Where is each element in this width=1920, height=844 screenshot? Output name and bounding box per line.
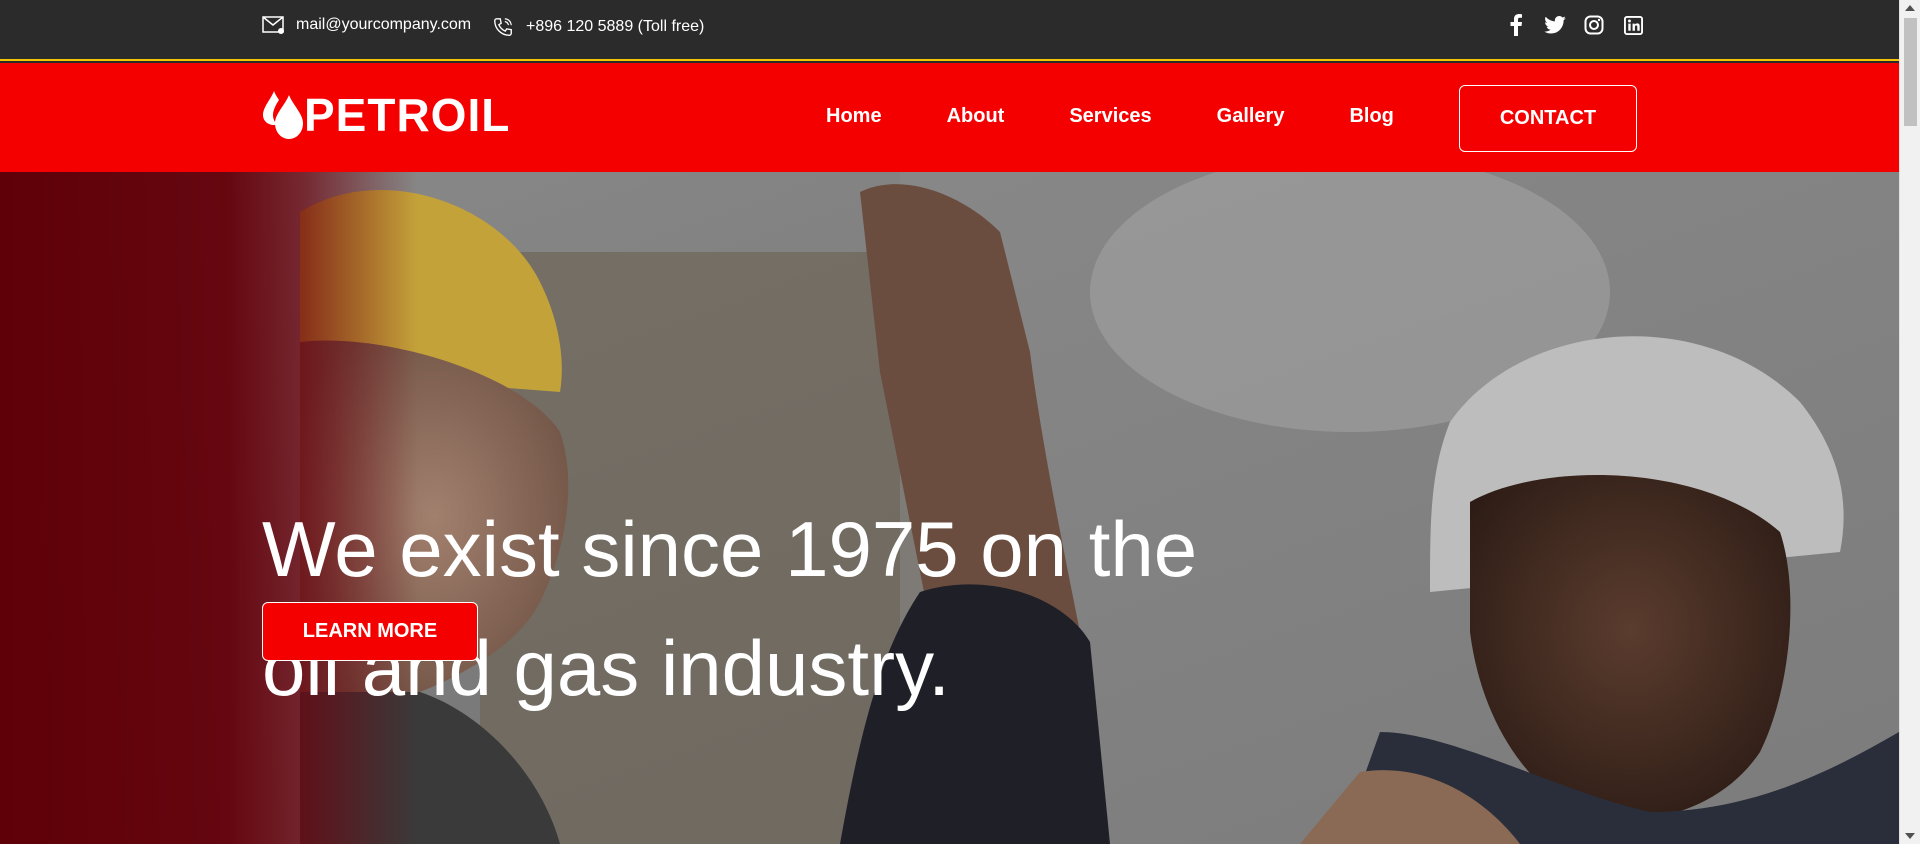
instagram-icon[interactable] [1583, 14, 1605, 36]
phone-contact[interactable]: +896 120 5889 (Toll free) [492, 16, 704, 38]
nav-blog[interactable]: Blog [1349, 105, 1393, 128]
contact-button[interactable]: CONTACT [1459, 85, 1637, 152]
nav-services[interactable]: Services [1069, 105, 1151, 128]
twitter-icon[interactable] [1544, 14, 1566, 36]
phone-text[interactable]: +896 120 5889 (Toll free) [526, 18, 704, 36]
main-navbar: PETROIL Home About Services Gallery Blog… [0, 63, 1899, 172]
nav-home[interactable]: Home [826, 105, 882, 128]
logo-text: PETROIL [304, 89, 511, 141]
oil-drop-logo-icon [263, 91, 303, 139]
phone-icon [494, 18, 512, 36]
logo[interactable]: PETROIL [262, 89, 510, 141]
page-scrollbar[interactable] [1899, 0, 1920, 844]
hero-title-line1: We exist since 1975 on the [262, 505, 1198, 593]
nav-menu: Home About Services Gallery Blog [826, 105, 1459, 128]
hero-section: We exist since 1975 on the oil and gas i… [0, 172, 1899, 844]
scroll-up-arrow-icon[interactable] [1905, 5, 1915, 11]
email-contact[interactable]: mail@yourcompany.com [262, 16, 471, 34]
social-links [1505, 14, 1644, 36]
learn-more-button[interactable]: LEARN MORE [262, 602, 478, 661]
mail-icon [262, 16, 284, 34]
page: mail@yourcompany.com +896 120 5889 (Toll… [0, 0, 1920, 844]
top-bar: mail@yourcompany.com +896 120 5889 (Toll… [0, 0, 1899, 61]
scroll-down-arrow-icon[interactable] [1905, 833, 1915, 839]
nav-about[interactable]: About [947, 105, 1005, 128]
linkedin-icon[interactable] [1622, 14, 1644, 36]
nav-gallery[interactable]: Gallery [1217, 105, 1285, 128]
facebook-icon[interactable] [1505, 14, 1527, 36]
email-text[interactable]: mail@yourcompany.com [296, 16, 471, 34]
scroll-thumb[interactable] [1904, 18, 1917, 126]
